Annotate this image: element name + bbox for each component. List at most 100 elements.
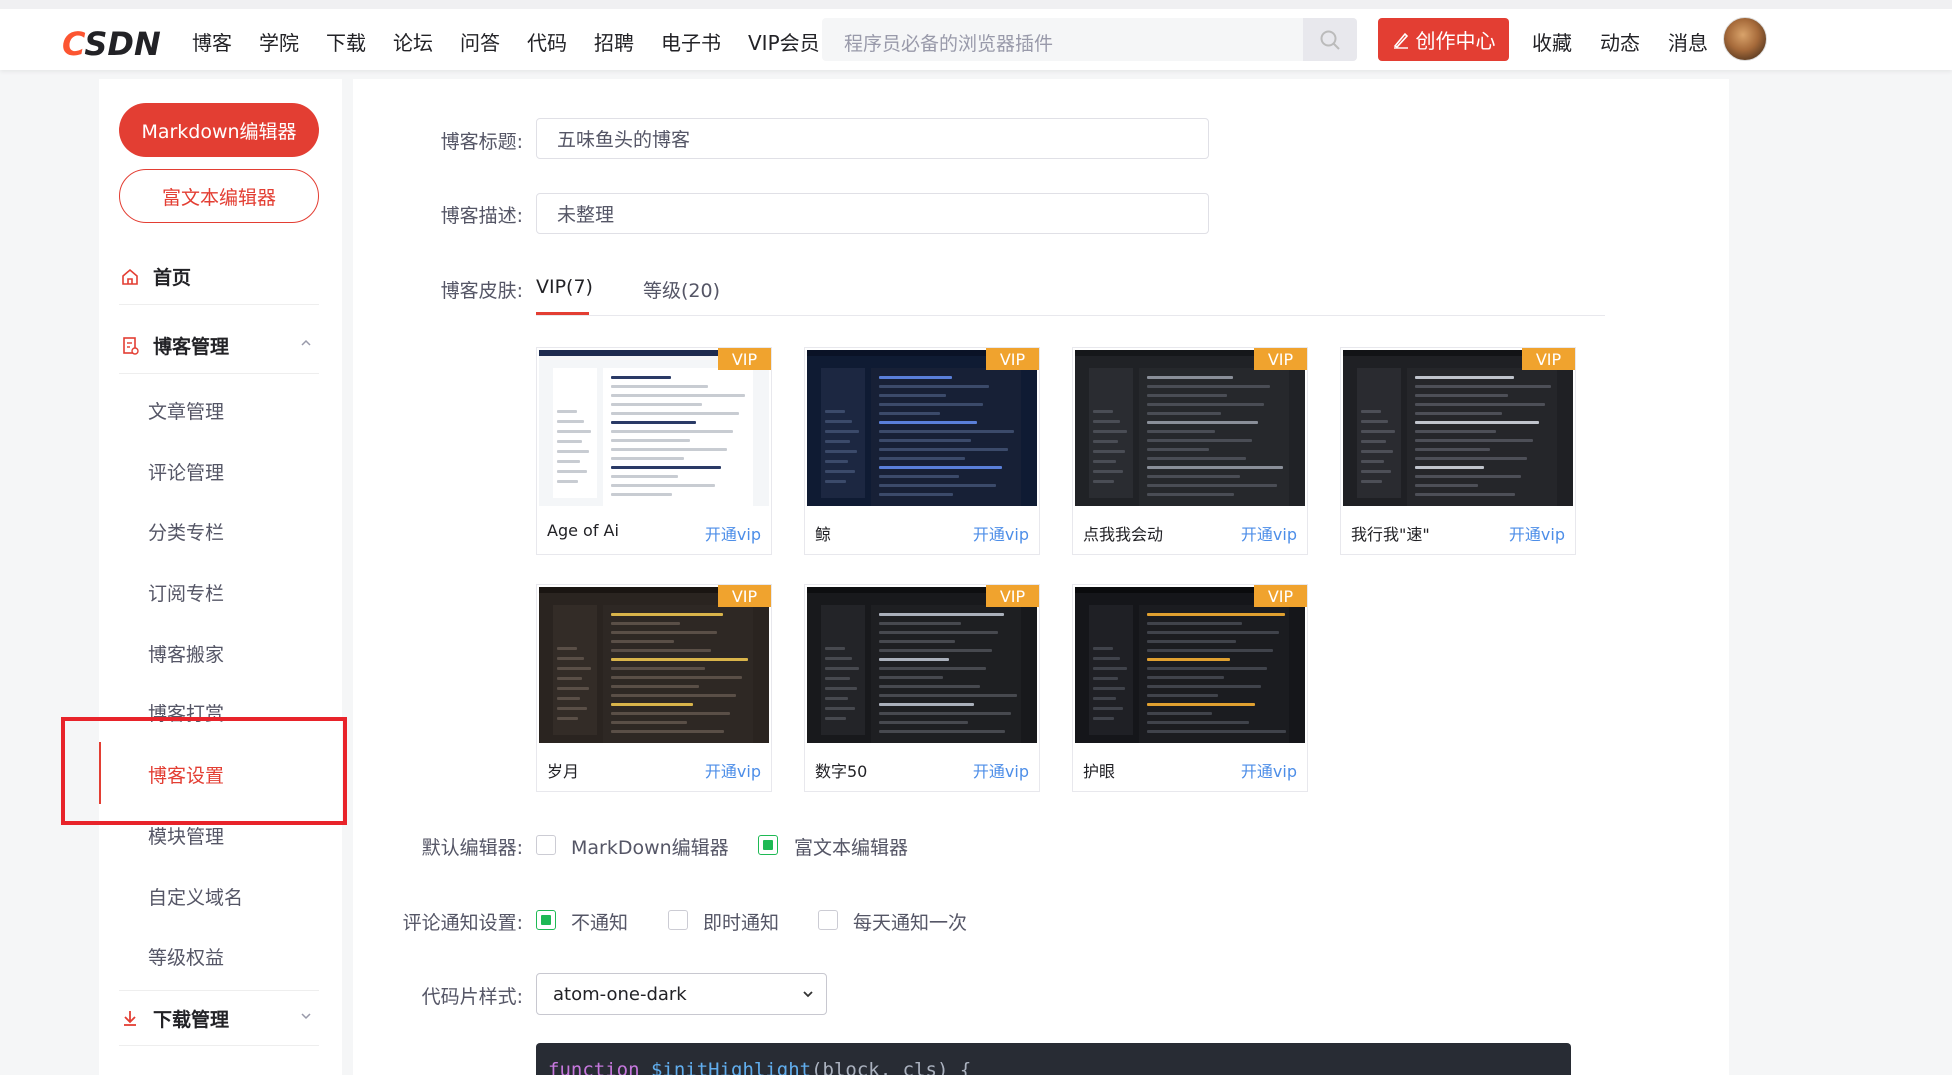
favorites-link[interactable]: 收藏 [1532, 27, 1572, 56]
sidebar-item-home[interactable]: 首页 [119, 249, 319, 305]
notify-instant-option: 即时通知 [703, 912, 780, 934]
sidebar-item-categories[interactable]: 分类专栏 [148, 518, 224, 545]
open-vip-link[interactable]: 开通vip [1509, 521, 1565, 545]
search-icon [1320, 30, 1340, 50]
skin-name: 护眼 [1083, 762, 1116, 781]
sidebar-item-articles[interactable]: 文章管理 [148, 397, 224, 424]
sidebar-download-label: 下载管理 [153, 1008, 230, 1031]
notify-instant-checkbox[interactable] [668, 910, 688, 930]
home-icon [119, 266, 141, 288]
vip-badge: VIP [718, 585, 771, 607]
skin-card[interactable]: VIP 数字50 开通vip [804, 584, 1040, 792]
markdown-editor-checkbox[interactable] [536, 835, 556, 855]
open-vip-link[interactable]: 开通vip [973, 521, 1029, 545]
sidebar-item-modules[interactable]: 模块管理 [148, 822, 224, 849]
nav-blog[interactable]: 博客 [192, 27, 232, 56]
nav-qa[interactable]: 问答 [460, 27, 500, 56]
chevron-up-icon [301, 339, 311, 346]
messages-link[interactable]: 消息 [1668, 27, 1708, 56]
sidebar-item-custom-domain[interactable]: 自定义域名 [148, 883, 243, 910]
default-editor-label: 默认编辑器: [421, 837, 523, 859]
comment-notify-label: 评论通知设置: [402, 912, 523, 934]
richtext-editor-option: 富文本编辑器 [794, 837, 909, 859]
notify-none-checkbox[interactable] [536, 910, 556, 930]
vip-badge: VIP [1254, 348, 1307, 370]
code-style-value: atom-one-dark [553, 983, 687, 1005]
richtext-editor-checkbox[interactable] [758, 835, 778, 855]
nav-code[interactable]: 代码 [527, 27, 567, 56]
search-box[interactable]: 程序员必备的浏览器插件 [822, 18, 1357, 61]
skin-thumbnail [1075, 587, 1305, 743]
blog-desc-input[interactable]: 未整理 [536, 193, 1209, 234]
markdown-editor-button[interactable]: Markdown编辑器 [119, 103, 319, 157]
skin-card[interactable]: VIP Age of Ai 开通vip [536, 347, 772, 555]
notify-daily-checkbox[interactable] [818, 910, 838, 930]
skin-thumbnail [1075, 350, 1305, 506]
markdown-editor-option: MarkDown编辑器 [571, 837, 729, 859]
skin-thumbnail [539, 587, 769, 743]
blog-title-input[interactable]: 五味鱼头的博客 [536, 118, 1209, 159]
sidebar-item-subscriptions[interactable]: 订阅专栏 [148, 579, 224, 606]
vip-badge: VIP [986, 585, 1039, 607]
tab-vip[interactable]: VIP(7) [536, 276, 593, 298]
sidebar-group-blog-manage[interactable]: 博客管理 [119, 318, 319, 374]
nav-academy[interactable]: 学院 [259, 27, 299, 56]
blog-title-label: 博客标题: [440, 131, 523, 153]
vip-badge: VIP [1254, 585, 1307, 607]
skin-card[interactable]: VIP 我行我"速" 开通vip [1340, 347, 1576, 555]
search-input[interactable]: 程序员必备的浏览器插件 [844, 29, 1053, 56]
skin-thumbnail [807, 587, 1037, 743]
skin-thumbnail [1343, 350, 1573, 506]
sidebar-home-label: 首页 [153, 267, 192, 289]
search-button[interactable] [1303, 18, 1357, 61]
user-links: 收藏 动态 消息 [1532, 27, 1736, 56]
open-vip-link[interactable]: 开通vip [973, 758, 1029, 782]
skin-name: 鲸 [815, 525, 832, 544]
skin-name: Age of Ai [547, 521, 619, 540]
sidebar-group-download-manage[interactable]: 下载管理 [119, 990, 319, 1046]
notify-none-option: 不通知 [571, 912, 629, 934]
skin-card[interactable]: VIP 岁月 开通vip [536, 584, 772, 792]
activity-link[interactable]: 动态 [1600, 27, 1640, 56]
code-style-select[interactable]: atom-one-dark [536, 973, 827, 1015]
skin-name: 岁月 [547, 762, 580, 781]
download-icon [119, 1007, 141, 1029]
sidebar-item-migration[interactable]: 博客搬家 [148, 640, 224, 667]
open-vip-link[interactable]: 开通vip [1241, 521, 1297, 545]
skin-card[interactable]: VIP 鲸 开通vip [804, 347, 1040, 555]
annotation-highlight-box [61, 717, 347, 825]
sidebar-blog-manage-label: 博客管理 [153, 336, 230, 358]
create-center-button[interactable]: 创作中心 [1378, 18, 1509, 61]
nav-vip[interactable]: VIP会员 [748, 27, 820, 56]
open-vip-link[interactable]: 开通vip [1241, 758, 1297, 782]
sidebar: Markdown编辑器 富文本编辑器 首页 博客管理 文章管理 评论管理 分类专… [99, 79, 342, 1075]
nav-download[interactable]: 下载 [326, 27, 366, 56]
code-preview: function $initHighlight(block, cls) { [536, 1043, 1571, 1075]
code-preview-text: function $initHighlight(block, cls) { [548, 1059, 972, 1075]
chevron-down-icon [803, 991, 813, 998]
open-vip-link[interactable]: 开通vip [705, 758, 761, 782]
sidebar-item-comments[interactable]: 评论管理 [148, 458, 224, 485]
skin-thumbnail [807, 350, 1037, 506]
top-navbar: CSDN 博客 学院 下载 论坛 问答 代码 招聘 电子书 VIP会员 程序员必… [0, 0, 1952, 70]
nav-jobs[interactable]: 招聘 [594, 27, 634, 56]
document-icon [119, 335, 141, 357]
skin-name: 我行我"速" [1351, 525, 1430, 544]
vip-badge: VIP [986, 348, 1039, 370]
notify-daily-option: 每天通知一次 [853, 912, 968, 934]
avatar[interactable] [1723, 17, 1767, 61]
open-vip-link[interactable]: 开通vip [705, 521, 761, 545]
main-nav: 博客 学院 下载 论坛 问答 代码 招聘 电子书 VIP会员 [192, 27, 847, 56]
skin-name: 数字50 [815, 762, 868, 781]
skin-card[interactable]: VIP 点我我会动 开通vip [1072, 347, 1308, 555]
richtext-editor-button[interactable]: 富文本编辑器 [119, 169, 319, 223]
settings-panel: 博客标题: 五味鱼头的博客 博客描述: 未整理 博客皮肤: VIP(7) 等级(… [353, 79, 1729, 1075]
skin-card[interactable]: VIP 护眼 开通vip [1072, 584, 1308, 792]
tab-level[interactable]: 等级(20) [643, 276, 720, 303]
nav-forum[interactable]: 论坛 [393, 27, 433, 56]
blog-skin-label: 博客皮肤: [440, 280, 523, 302]
csdn-logo[interactable]: CSDN [62, 25, 161, 63]
create-center-label: 创作中心 [1415, 29, 1496, 53]
sidebar-item-level-rights[interactable]: 等级权益 [148, 943, 224, 970]
nav-ebook[interactable]: 电子书 [661, 27, 721, 56]
